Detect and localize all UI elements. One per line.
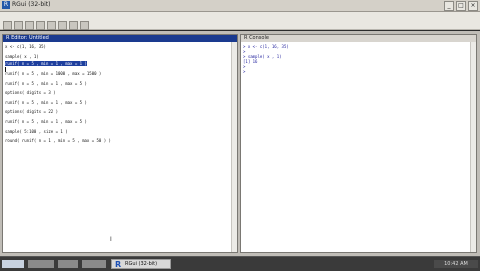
menu-bar [0,12,480,20]
console-pane[interactable]: R Console > x <- c(1, 16, 35) > > sample… [240,34,477,253]
paste-icon[interactable] [47,21,56,30]
code-line: sample( 5:100 , size = 1 ) [5,129,68,134]
window-controls: _ □ × [444,1,478,11]
code-line: runif( n = 5 , min = 1 , max = 5 ) [5,119,87,124]
toolbar [0,20,480,30]
window-title: RGui (32-bit) [12,1,51,8]
close-button[interactable]: × [468,1,478,11]
print-icon[interactable] [80,21,89,30]
editor-title: R Editor: Untitled [3,35,237,42]
code-line: runif( n = 5 , min = 1 , max = 5 ) [5,81,87,86]
taskbar-button[interactable] [58,260,78,268]
r-app-icon: R [2,1,10,9]
system-tray-clock: 10:42 AM [434,260,478,268]
code-line: round( runif( n = 1 , min = 5 , max = 50… [5,138,111,143]
mdi-workspace: R Editor: Untitled x <- c(1, 16, 35) sam… [0,31,480,256]
console-scrollbar[interactable] [470,42,476,252]
window-titlebar: R RGui (32-bit) _ □ × [0,0,480,12]
copy-paste-icon[interactable] [58,21,67,30]
taskbar-rgui-button[interactable]: R RGui (32-bit) [111,259,171,269]
console-line: > x <- c(1, 16, 35) [243,44,289,49]
code-line-selected: runif( n = 5 , min = 1 , max = 1 ) [5,61,87,66]
r-logo-icon: R [115,260,122,269]
editor-pane[interactable]: R Editor: Untitled x <- c(1, 16, 35) sam… [2,34,238,253]
code-line: options( digits = 22 ) [5,109,58,114]
code-line: x <- c(1, 16, 35) [5,44,46,49]
taskbar: R RGui (32-bit) 10:42 AM [0,256,480,271]
start-button[interactable] [2,260,24,268]
ibeam-cursor-icon: I [110,236,112,243]
copy-icon[interactable] [36,21,45,30]
stop-icon[interactable] [69,21,78,30]
taskbar-button[interactable] [82,260,106,268]
save-icon[interactable] [25,21,34,30]
code-line: runif( n = 5 , min = 1 , max = 5 ) [5,100,87,105]
maximize-button[interactable]: □ [456,1,466,11]
code-line: runif( n = 5 , min = 1000 , max = 1500 ) [5,71,102,76]
minimize-button[interactable]: _ [444,1,454,11]
code-line: sample( x , 1) [5,54,39,59]
load-icon[interactable] [14,21,23,30]
taskbar-rgui-label: RGui (32-bit) [125,261,158,267]
console-title: R Console [241,35,476,42]
taskbar-button[interactable] [28,260,54,268]
code-line: options( digits = 3 ) [5,90,56,95]
editor-scrollbar[interactable] [231,42,237,252]
console-line: > [243,69,246,74]
open-icon[interactable] [3,21,12,30]
